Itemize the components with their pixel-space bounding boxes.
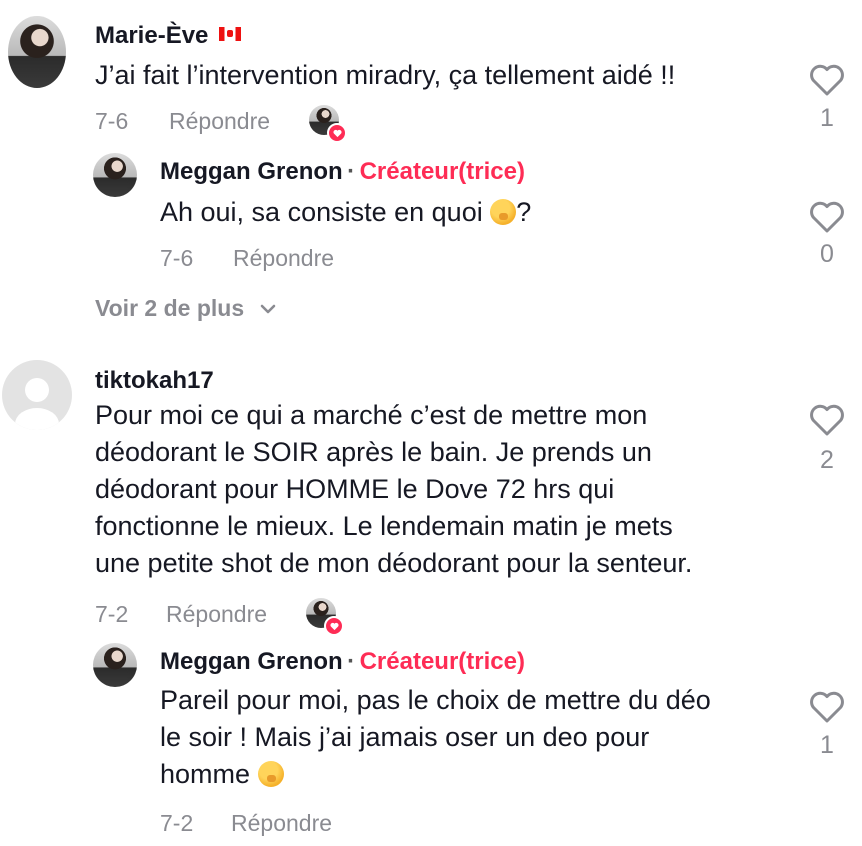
reply-header: Meggan Grenon · Créateur(trice) — [160, 158, 525, 186]
heart-outline-icon[interactable] — [809, 63, 845, 97]
reply-date: 7-6 — [160, 245, 194, 271]
avatar[interactable] — [93, 643, 137, 687]
comment-text: Pour moi ce qui a marché c’est de mettre… — [95, 400, 693, 578]
separator: · — [347, 158, 356, 185]
reply-text: Ah oui, sa consiste en quoi ? — [160, 197, 532, 227]
comment-date: 7-6 — [95, 108, 129, 134]
heart-outline-icon[interactable] — [809, 200, 845, 234]
reply-text: Pareil pour moi, pas le choix de mettre … — [160, 685, 711, 789]
shushing-face-emoji — [257, 761, 284, 787]
reply-username[interactable]: Meggan Grenon — [160, 648, 343, 675]
reply-date: 7-2 — [160, 810, 194, 836]
avatar[interactable] — [93, 153, 137, 197]
separator: · — [347, 648, 356, 675]
reply-button[interactable]: Répondre — [233, 245, 334, 272]
comment-username[interactable]: tiktokah17 — [95, 367, 214, 395]
reply-username[interactable]: Meggan Grenon — [160, 158, 343, 185]
like-count: 0 — [820, 240, 834, 268]
like-count: 1 — [820, 731, 834, 759]
reply-button[interactable]: Répondre — [166, 601, 267, 628]
shushing-face-emoji — [490, 199, 517, 225]
comment-username[interactable]: Marie-Ève — [95, 22, 242, 50]
comment-text: J’ai fait l’intervention miradry, ça tel… — [95, 60, 676, 90]
creator-label: Créateur(trice) — [359, 158, 525, 185]
creator-label: Créateur(trice) — [359, 648, 525, 675]
reply-button[interactable]: Répondre — [231, 810, 332, 837]
view-more-replies-button[interactable]: Voir 2 de plus — [95, 295, 277, 322]
heart-outline-icon[interactable] — [809, 403, 845, 437]
default-avatar-icon[interactable] — [2, 360, 72, 430]
comment-date: 7-2 — [95, 601, 129, 627]
chevron-down-icon — [260, 304, 275, 314]
like-count: 1 — [820, 104, 834, 132]
avatar[interactable] — [8, 16, 66, 88]
creator-liked-badge-icon — [309, 105, 347, 143]
creator-liked-badge-icon — [306, 598, 344, 636]
reply-button[interactable]: Répondre — [169, 108, 270, 135]
canada-flag-icon — [219, 27, 242, 41]
heart-outline-icon[interactable] — [809, 690, 845, 724]
like-count: 2 — [820, 446, 834, 474]
reply-header: Meggan Grenon · Créateur(trice) — [160, 648, 525, 676]
